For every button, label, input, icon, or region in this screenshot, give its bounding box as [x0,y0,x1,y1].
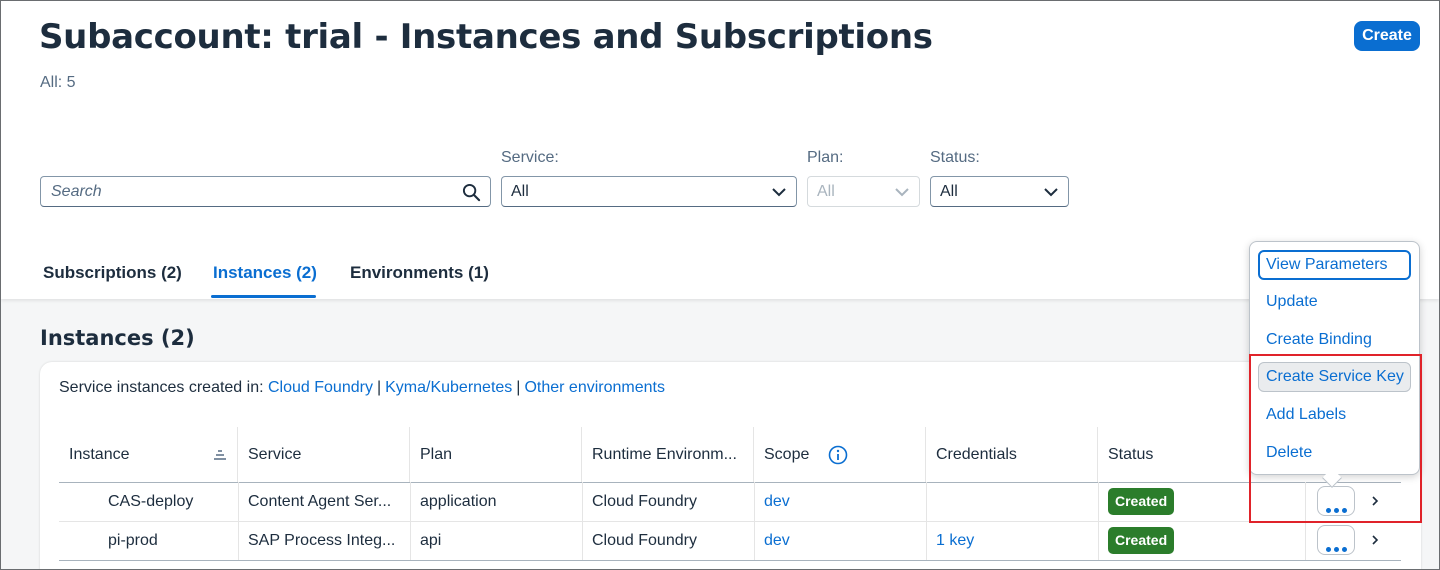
more-actions-button[interactable] [1317,486,1355,516]
status-filter-label: Status: [930,149,980,166]
scope-link[interactable]: dev [764,493,790,511]
menu-item-label: Create Service Key [1266,368,1404,385]
instance-cell: CAS-deploy [108,493,194,510]
link-separator: | [376,379,382,396]
menu-item-label: Add Labels [1266,406,1347,423]
menu-item-label: View Parameters [1266,256,1388,273]
link-separator: | [516,379,521,396]
status-select-value: All [940,183,958,200]
service-filter-label: Service: [501,149,559,166]
section-title: Instances (2) [40,326,195,350]
row-divider [59,521,1401,522]
menu-item-view-parameters[interactable]: View Parameters [1258,250,1411,280]
plan-filter-label: Plan: [807,149,844,166]
plan-select: All [807,176,920,207]
menu-item-label: Create Binding [1266,331,1372,348]
column-header-scope[interactable]: Scope [754,427,926,482]
chevron-down-icon [772,188,786,197]
plan-cell: api [420,532,442,549]
runtime-cell: Cloud Foundry [592,493,697,510]
search-input[interactable] [51,181,451,203]
search-field[interactable] [40,176,491,207]
item-count: All: 5 [40,74,76,91]
main-content: Instances (2) Service instances created … [1,299,1439,569]
menu-item-update[interactable]: Update [1258,287,1411,317]
menu-item-add-labels[interactable]: Add Labels [1258,400,1411,430]
column-header-label: Plan [420,446,453,463]
more-icon [1326,500,1350,518]
row-divider [59,560,1401,561]
page-header: Subaccount: trial - Instances and Subscr… [1,1,1439,299]
menu-item-label: Update [1266,293,1318,310]
active-tab-indicator [211,295,316,298]
scope-link[interactable]: dev [764,532,790,550]
link-cloud-foundry[interactable]: Cloud Foundry [268,379,373,396]
column-header-label: Runtime Environm... [592,446,737,463]
credentials-link[interactable]: 1 key [936,532,974,550]
create-button[interactable]: Create [1354,21,1420,51]
service-cell: Content Agent Ser... [248,493,392,510]
chevron-down-icon [895,188,909,197]
column-header-credentials[interactable]: Credentials [926,427,1098,482]
info-prefix: Service instances created in: [59,379,264,396]
page-title: Subaccount: trial - Instances and Subscr… [39,17,933,57]
status-badge: Created [1108,488,1175,515]
tab-instances[interactable]: Instances (2) [213,263,317,283]
plan-select-value: All [817,183,835,200]
more-actions-button[interactable] [1317,525,1355,555]
column-header-runtime[interactable]: Runtime Environm... [582,427,754,482]
chevron-right-icon[interactable] [1368,494,1382,508]
status-badge: Created [1108,527,1175,554]
column-header-status[interactable]: Status [1098,427,1248,482]
instances-card: Service instances created in: Cloud Foun… [40,362,1421,569]
menu-item-delete[interactable]: Delete [1258,438,1411,468]
service-cell: SAP Process Integ... [248,532,396,549]
tab-environments[interactable]: Environments (1) [350,263,489,283]
info-icon[interactable] [828,445,848,465]
environment-info: Service instances created in: Cloud Foun… [59,379,665,397]
service-select-value: All [511,183,529,200]
column-header-label: Credentials [936,446,1017,463]
actions-menu: View Parameters Update Create Binding Cr… [1249,241,1420,475]
app-frame: Subaccount: trial - Instances and Subscr… [0,0,1440,570]
plan-cell: application [420,493,497,510]
header-divider [59,482,1401,483]
column-header-service[interactable]: Service [238,427,410,482]
menu-item-create-binding[interactable]: Create Binding [1258,325,1411,355]
column-header-instance[interactable]: Instance [59,427,238,482]
chevron-right-icon[interactable] [1368,533,1382,547]
more-icon [1326,539,1350,557]
menu-item-create-service-key[interactable]: Create Service Key [1258,362,1411,392]
link-other-environments[interactable]: Other environments [524,379,665,396]
column-header-plan[interactable]: Plan [410,427,582,482]
menu-item-label: Delete [1266,444,1313,461]
tab-subscriptions[interactable]: Subscriptions (2) [43,263,182,283]
instance-cell: pi-prod [108,532,158,549]
column-header-label: Instance [69,446,130,463]
service-select[interactable]: All [501,176,797,207]
link-kyma-kubernetes[interactable]: Kyma/Kubernetes [385,379,512,396]
column-header-label: Service [248,446,302,463]
chevron-down-icon [1044,188,1058,197]
search-icon[interactable] [462,183,481,202]
status-select[interactable]: All [930,176,1069,207]
column-header-label: Status [1108,446,1154,463]
sort-icon[interactable] [213,449,227,461]
runtime-cell: Cloud Foundry [592,532,697,549]
column-header-label: Scope [764,446,810,463]
